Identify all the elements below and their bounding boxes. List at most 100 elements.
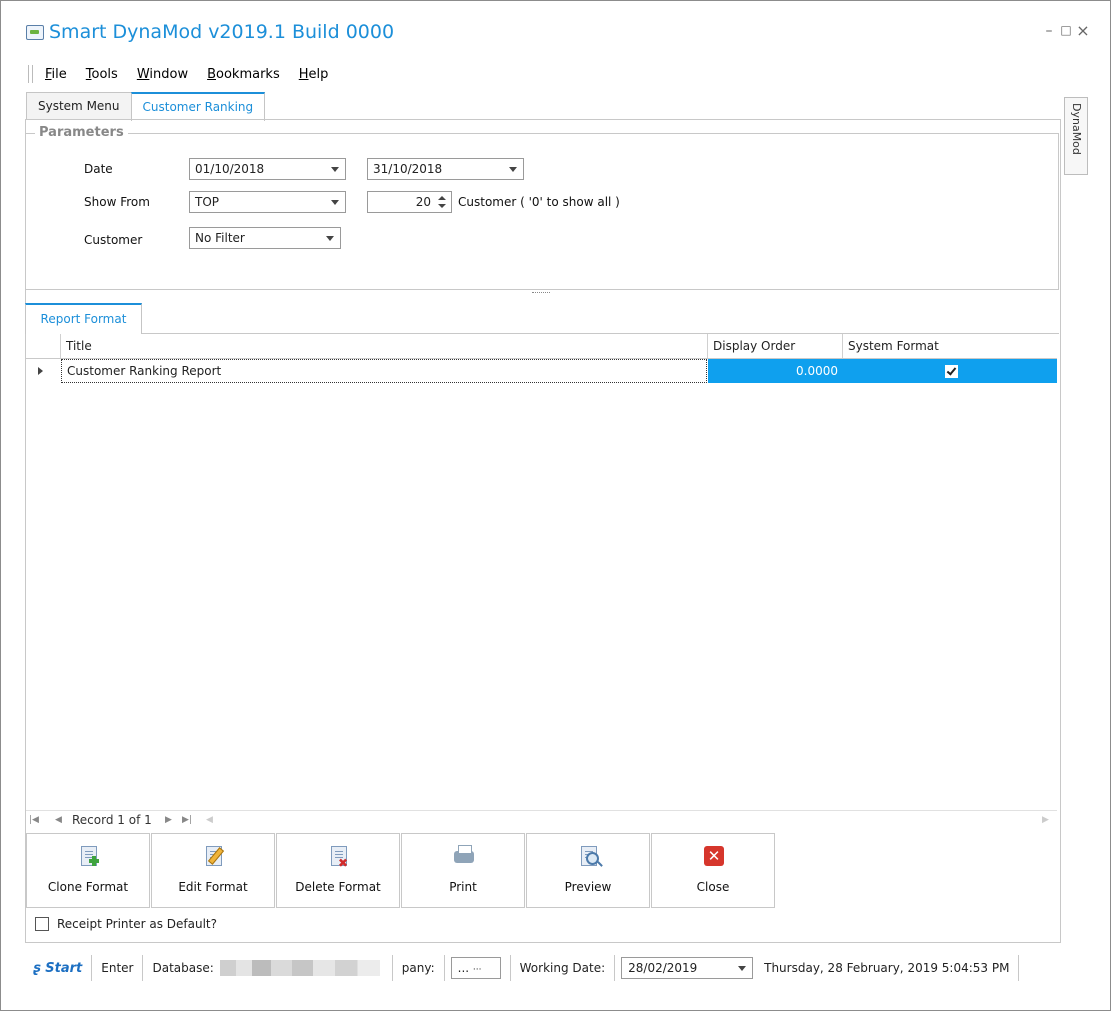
- receipt-printer-checkbox[interactable]: [35, 917, 49, 931]
- clone-format-button[interactable]: Clone Format: [26, 833, 150, 908]
- company-label: pany:: [401, 961, 435, 975]
- printer-icon: [454, 845, 474, 868]
- menu-bar: File Tools Window Bookmarks Help: [28, 63, 347, 85]
- minimize-button[interactable]: –: [1041, 23, 1057, 39]
- date-from-value: 01/10/2018: [195, 162, 265, 176]
- menu-help[interactable]: Help: [299, 67, 329, 82]
- cell-display-order[interactable]: 0.0000: [708, 359, 843, 383]
- last-record-icon[interactable]: ▶|: [182, 815, 192, 825]
- cell-title[interactable]: Customer Ranking Report: [61, 359, 707, 383]
- delete-doc-icon: ✖: [329, 846, 349, 870]
- first-record-icon[interactable]: |◀: [29, 815, 39, 825]
- show-from-label: Show From: [84, 195, 150, 209]
- scroll-left-icon[interactable]: ◀: [206, 815, 213, 825]
- status-separator: [1018, 955, 1020, 981]
- spin-down-icon[interactable]: [438, 204, 446, 208]
- window-title: Smart DynaMod v2019.1 Build 0000: [49, 21, 395, 43]
- receipt-printer-option[interactable]: Receipt Printer as Default?: [35, 917, 217, 931]
- receipt-printer-label: Receipt Printer as Default?: [57, 917, 218, 931]
- delete-format-label: Delete Format: [295, 880, 381, 894]
- date-from-combo[interactable]: 01/10/2018: [189, 158, 346, 180]
- record-navigator: |◀ ◀ Record 1 of 1 ▶ ▶| ◀ ▶: [26, 810, 1057, 832]
- edit-format-button[interactable]: Edit Format: [151, 833, 275, 908]
- show-from-combo[interactable]: TOP: [189, 191, 346, 213]
- chevron-down-icon: [331, 200, 339, 205]
- table-row[interactable]: Customer Ranking Report 0.0000: [26, 359, 1057, 383]
- parameters-top-line: [25, 133, 1059, 134]
- clone-doc-icon: [79, 846, 99, 868]
- company-selector[interactable]: ... ···: [450, 957, 501, 979]
- side-tab-label: DynaMod: [1070, 103, 1083, 155]
- status-separator: [614, 955, 616, 981]
- menu-file[interactable]: File: [45, 67, 67, 82]
- scroll-right-icon[interactable]: ▶: [1042, 815, 1049, 825]
- close-window-button[interactable]: ×: [1075, 21, 1091, 40]
- spin-up-icon[interactable]: [438, 196, 446, 200]
- count-spinner[interactable]: 20: [367, 191, 452, 213]
- show-from-value: TOP: [195, 195, 220, 209]
- chevron-down-icon: [331, 167, 339, 172]
- column-header-system-format[interactable]: System Format: [843, 334, 1057, 358]
- working-date-label: Working Date:: [519, 961, 606, 975]
- preview-button[interactable]: Preview: [526, 833, 650, 908]
- print-button[interactable]: Print: [401, 833, 525, 908]
- print-label: Print: [449, 880, 477, 894]
- chevron-down-icon: [509, 167, 517, 172]
- close-label: Close: [696, 880, 730, 894]
- system-format-checkbox[interactable]: [945, 365, 958, 378]
- tab-system-menu[interactable]: System Menu: [26, 92, 132, 119]
- tab-report-format[interactable]: Report Format: [25, 303, 142, 334]
- customer-combo[interactable]: No Filter: [189, 227, 341, 249]
- maximize-button[interactable]: □: [1058, 23, 1074, 37]
- preview-magnifier-icon: [579, 846, 599, 868]
- document-tabs: System Menu Customer Ranking: [26, 92, 266, 121]
- close-button[interactable]: ✕ Close: [651, 833, 775, 908]
- app-window: Smart DynaMod v2019.1 Build 0000 – □ × F…: [0, 0, 1111, 1011]
- date-label: Date: [84, 162, 113, 176]
- status-separator: [443, 955, 445, 981]
- row-indicator-icon: [38, 367, 43, 375]
- customer-value: No Filter: [195, 231, 245, 245]
- record-counter: Record 1 of 1: [72, 813, 152, 827]
- menu-window[interactable]: Window: [137, 67, 188, 82]
- start-logo-icon: ʂ: [33, 960, 46, 976]
- grid-header: Title Display Order System Format: [26, 334, 1057, 359]
- status-enter: Enter: [101, 961, 134, 975]
- app-icon: [26, 25, 44, 40]
- status-separator: [509, 955, 511, 981]
- side-tab-dynamod[interactable]: DynaMod: [1064, 97, 1088, 175]
- menu-tools[interactable]: Tools: [86, 67, 118, 82]
- parameters-group: Parameters: [25, 125, 1059, 290]
- cell-system-format[interactable]: [843, 359, 1057, 383]
- splitter-handle[interactable]: [532, 292, 550, 295]
- count-value: 20: [415, 195, 431, 209]
- status-bar: ʂ Start Enter Database: pany: ... ··· Wo…: [25, 946, 1083, 990]
- edit-doc-icon: [204, 846, 225, 868]
- menu-grip[interactable]: [28, 65, 33, 83]
- delete-format-button[interactable]: ✖ Delete Format: [276, 833, 400, 908]
- status-separator: [391, 955, 393, 981]
- working-date-combo[interactable]: 28/02/2019: [621, 957, 754, 979]
- date-to-combo[interactable]: 31/10/2018: [367, 158, 524, 180]
- status-datetime: Thursday, 28 February, 2019 5:04:53 PM: [764, 961, 1010, 975]
- menu-bookmarks[interactable]: Bookmarks: [207, 67, 280, 82]
- next-record-icon[interactable]: ▶: [165, 815, 172, 825]
- database-value-redacted: [219, 960, 380, 976]
- database-label: Database:: [152, 961, 214, 975]
- edit-format-label: Edit Format: [178, 880, 248, 894]
- status-separator: [142, 955, 144, 981]
- column-header-display-order[interactable]: Display Order: [708, 334, 843, 358]
- prev-record-icon[interactable]: ◀: [55, 815, 62, 825]
- chevron-down-icon: [326, 236, 334, 241]
- report-format-grid: Title Display Order System Format Custom…: [26, 334, 1057, 811]
- count-hint: Customer ( '0' to show all ): [458, 195, 620, 209]
- start-button[interactable]: ʂ Start: [33, 961, 82, 976]
- column-header-title[interactable]: Title: [61, 334, 708, 358]
- title-bar: Smart DynaMod v2019.1 Build 0000 – □ ×: [1, 1, 1110, 51]
- row-indicator-header: [26, 334, 61, 358]
- status-separator: [91, 955, 93, 981]
- parameters-title: Parameters: [35, 125, 128, 140]
- tab-customer-ranking[interactable]: Customer Ranking: [130, 92, 266, 121]
- action-toolbar: Clone Format Edit Format ✖ Delete Format…: [26, 833, 776, 908]
- preview-label: Preview: [564, 880, 612, 894]
